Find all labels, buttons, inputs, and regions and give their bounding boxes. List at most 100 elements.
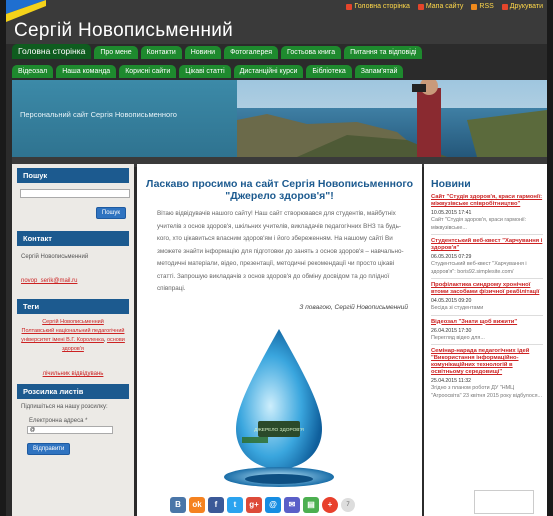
news-item-title-link[interactable]: Профілактика синдрому хронічної втоми за… — [431, 282, 543, 296]
banner-tagline: Персональний сайт Сергія Новописьменного — [20, 110, 177, 119]
at-share-icon[interactable]: @ — [265, 497, 281, 513]
top-link-home[interactable]: Головна сторінка — [346, 3, 410, 10]
news-item-title-link[interactable]: Відеозал "Знати щоб вижити" — [431, 319, 543, 326]
googleplus-share-icon[interactable]: g+ — [246, 497, 262, 513]
tag-link[interactable]: Сергій Новописьменний — [42, 319, 104, 325]
news-column: Новини Сайт "Студія здоров'я, краси гарм… — [424, 164, 547, 516]
twitter-share-icon[interactable]: t — [227, 497, 243, 513]
nav-tab-remember[interactable]: Запам'ятай — [354, 65, 404, 78]
signature: З повагою, Сергій Новописьменний — [299, 303, 408, 311]
newsletter-box-title: Розсилка листів — [17, 384, 129, 399]
news-item-date: 26.04.2015 17:30 — [431, 327, 472, 334]
print-icon — [501, 3, 508, 10]
news-item-date: 10.05.2015 17:41 — [431, 210, 472, 216]
nav-tab-video[interactable]: Відеозал — [12, 65, 54, 78]
news-item-excerpt: Бесіда зі студентами — [431, 305, 484, 311]
main-nav-row2: Відеозал Наша команда Корисні сайти Ціка… — [12, 65, 404, 78]
newsletter-box: Розсилка листів Підпишіться на нашу розс… — [17, 384, 129, 455]
nav-tab-faq[interactable]: Питання та відповіді — [344, 46, 423, 59]
news-item-title-link[interactable]: Студентський веб-квест "Харчування і здо… — [431, 238, 543, 252]
news-item-title-link[interactable]: Семінар-нарада педагогічних ідей "Викори… — [431, 348, 543, 376]
nav-tab-library[interactable]: Бібліотека — [306, 65, 352, 78]
news-item: Студентський веб-квест "Харчування і здо… — [431, 238, 543, 276]
top-link-rss[interactable]: RSS — [471, 3, 494, 10]
bottom-widget-box — [474, 490, 534, 514]
top-link-print[interactable]: Друкувати — [501, 3, 543, 10]
news-item: Профілактика синдрому хронічної втоми за… — [431, 282, 543, 313]
newsletter-email-field[interactable]: @ — [27, 426, 113, 434]
news-item-excerpt: Сайт "Студія здоров'я, краси гармонії: м… — [431, 217, 527, 231]
nav-tab-news[interactable]: Новини — [184, 46, 222, 59]
news-heading: Новини — [431, 178, 471, 190]
search-box: Пошук Пошук — [17, 168, 130, 219]
search-button[interactable]: Пошук — [95, 207, 126, 219]
main-content: Ласкаво просимо на сайт Сергія Новописьм… — [137, 164, 422, 516]
news-item-date: 04.05.2015 09:20 — [431, 298, 472, 304]
email-field-label: Електронна адреса * — [29, 418, 88, 424]
contact-name: Сергій Новописьменний — [21, 254, 89, 260]
nav-tab-guestbook[interactable]: Гостьова книга — [281, 46, 342, 59]
site-header: Сергій Новописьменний Головна сторінка М… — [6, 0, 547, 44]
news-list: Сайт "Студія здоров'я, краси гармонії: м… — [424, 194, 547, 400]
home-icon — [346, 3, 353, 10]
news-divider — [431, 344, 543, 345]
rss-icon — [471, 3, 478, 10]
nav-tab-useful-sites[interactable]: Корисні сайти — [119, 65, 177, 78]
water-drop-illustration: ДЖЕРЕЛО ЗДОРОВ'Я — [224, 329, 334, 487]
share-count-badge: 7 — [341, 498, 355, 512]
welcome-heading: Ласкаво просимо на сайт Сергія Новописьм… — [145, 178, 414, 202]
nav-tab-articles[interactable]: Цікаві статті — [179, 65, 231, 78]
news-item: Відеозал "Знати щоб вижити" 26.04.2015 17… — [431, 319, 543, 343]
news-item-excerpt: Згідно з планом роботи ДУ "НМЦ "Агроосві… — [431, 385, 542, 399]
news-item-excerpt: Перегляд відео для... — [431, 334, 485, 341]
mail-share-icon[interactable]: ✉ — [284, 497, 300, 513]
sitemap-icon — [417, 3, 424, 10]
news-item-date: 06.05.2015 07:29 — [431, 254, 472, 260]
top-link-label: Друкувати — [509, 3, 543, 10]
tags-box: Теги Сергій Новописьменний Полтавський н… — [17, 299, 129, 380]
header-banner: Персональний сайт Сергія Новописьменного — [12, 80, 547, 157]
top-link-sitemap[interactable]: Мапа сайту — [417, 3, 464, 10]
odnoklassniki-share-icon[interactable]: ok — [189, 497, 205, 513]
facebook-share-icon[interactable]: f — [208, 497, 224, 513]
news-item: Семінар-нарада педагогічних ідей "Викори… — [431, 348, 543, 400]
vk-share-icon[interactable]: B — [170, 497, 186, 513]
top-link-label: RSS — [479, 3, 494, 10]
share-toolbar: Bok f t g+ @ ✉ ▤ +7 — [170, 497, 355, 513]
tag-cloud: Сергій Новописьменний Полтавський націон… — [21, 319, 125, 352]
nav-tab-about[interactable]: Про мене — [94, 46, 138, 59]
nav-tab-team[interactable]: Наша команда — [56, 65, 117, 78]
top-links: Головна сторінка Мапа сайту RSS Друкуват… — [346, 3, 543, 10]
top-link-label: Головна сторінка — [354, 3, 410, 10]
contact-email-link[interactable]: novop_serik@mail.ru — [21, 278, 77, 284]
left-sidebar: Пошук Пошук Контакт Сергій Новописьменни… — [12, 164, 134, 516]
news-item-date: 25.04.2015 11:32 — [431, 378, 471, 384]
news-divider — [431, 278, 543, 279]
newsletter-submit-button[interactable]: Відправити — [27, 443, 71, 455]
browser-page: Сергій Новописьменний Головна сторінка М… — [6, 0, 547, 516]
site-title[interactable]: Сергій Новописьменний — [14, 20, 233, 42]
nav-tab-gallery[interactable]: Фотогалерея — [224, 46, 279, 59]
drop-label: ДЖЕРЕЛО ЗДОРОВ'Я — [254, 427, 304, 433]
news-item: Сайт "Студія здоров'я, краси гармонії: м… — [431, 194, 543, 232]
more-share-icon[interactable]: + — [322, 497, 338, 513]
banner-text-panel: Персональний сайт Сергія Новописьменного — [12, 80, 237, 157]
news-item-excerpt: Студентський веб-квест "Харчування і здо… — [431, 261, 527, 275]
contact-box: Контакт Сергій Новописьменний novop_seri… — [17, 231, 129, 287]
news-divider — [431, 234, 543, 235]
search-input[interactable] — [20, 189, 130, 198]
intro-paragraph: Вітаю відвідувачів нашого сайту! Наш сай… — [157, 210, 404, 292]
contact-box-title: Контакт — [17, 231, 129, 246]
tags-box-title: Теги — [17, 299, 129, 314]
news-item-title-link[interactable]: Сайт "Студія здоров'я, краси гармонії: м… — [431, 194, 543, 208]
banner-photo — [237, 80, 547, 157]
nav-tab-courses[interactable]: Дистанційні курси — [233, 65, 304, 78]
search-box-title: Пошук — [17, 168, 129, 183]
news-divider — [431, 314, 543, 316]
print-share-icon[interactable]: ▤ — [303, 497, 319, 513]
nav-tab-home[interactable]: Головна сторінка — [12, 44, 92, 59]
main-nav-row1: Головна сторінка Про мене Контакти Новин… — [12, 44, 423, 60]
visitor-counter-link[interactable]: лічильник відвідувань — [43, 371, 104, 377]
top-link-label: Мапа сайту — [425, 3, 464, 10]
nav-tab-contacts[interactable]: Контакти — [140, 46, 182, 59]
